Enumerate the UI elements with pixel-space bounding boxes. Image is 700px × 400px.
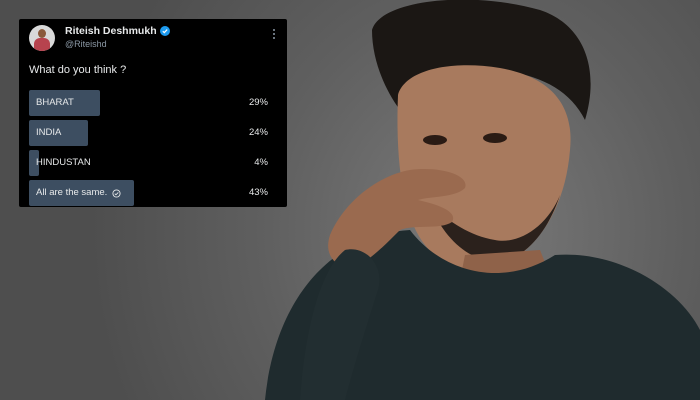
display-name[interactable]: Riteish Deshmukh [65, 25, 157, 37]
poll-option: BHARAT 29% [29, 89, 279, 117]
poll-option-percent: 4% [254, 157, 268, 168]
poll-option-percent: 43% [248, 187, 268, 198]
poll-option: INDIA 24% [29, 119, 279, 147]
poll-options: BHARAT 29% INDIA 24% HINDUSTAN 4% All ar… [29, 89, 279, 209]
poll-option: HINDUSTAN 4% [29, 149, 279, 177]
more-vertical-icon[interactable] [269, 27, 279, 41]
author-name-row: Riteish Deshmukh [65, 25, 170, 37]
poll-option-label-wrap: All are the same. [36, 179, 121, 207]
poll-option-selected: All are the same. 43% [29, 179, 279, 207]
avatar[interactable] [29, 25, 55, 51]
poll-option-percent: 29% [248, 97, 268, 108]
poll-option-label: HINDUSTAN [36, 157, 91, 168]
poll-option-label: All are the same. [36, 187, 108, 198]
poll-option-label: BHARAT [36, 97, 74, 108]
poll-question: What do you think ? [29, 64, 127, 76]
poll-option-label: INDIA [36, 127, 62, 138]
tweet-card: Riteish Deshmukh @Riteishd What do you t… [19, 19, 287, 207]
selected-check-icon [112, 188, 121, 198]
user-handle[interactable]: @Riteishd [65, 39, 107, 49]
poll-option-percent: 24% [248, 127, 268, 138]
verified-badge-icon [159, 26, 170, 36]
